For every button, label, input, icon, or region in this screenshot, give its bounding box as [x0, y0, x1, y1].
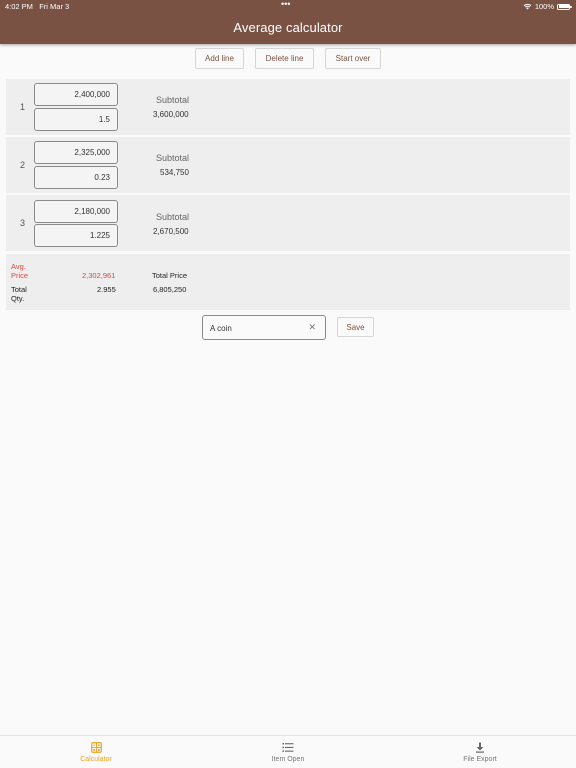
line-row-3: 3 2,180,000 1.225 Subtotal 2,670,500 — [6, 195, 570, 251]
delete-line-button[interactable]: Delete line — [255, 48, 314, 69]
line-number: 3 — [20, 218, 26, 228]
avg-price-value: 2,302,961 — [82, 271, 116, 280]
total-price-label: Total Price — [152, 271, 188, 280]
total-price-value: 6,805,250 — [153, 285, 187, 294]
battery-icon — [557, 3, 572, 10]
summary-panel: Avg. Price 2,302,961 Total Qty. 2.955 To… — [6, 254, 570, 310]
wifi-icon — [523, 3, 532, 10]
toolbar: Add line Delete line Start over — [0, 48, 576, 70]
price-input[interactable]: 2,400,000 — [34, 83, 118, 106]
status-right: 100% — [523, 2, 572, 11]
quantity-input[interactable]: 1.5 — [34, 108, 118, 131]
price-input[interactable]: 2,325,000 — [34, 141, 118, 164]
subtotal-label: Subtotal — [156, 212, 190, 222]
nav-label: Calculator — [80, 756, 112, 763]
add-line-button[interactable]: Add line — [195, 48, 244, 69]
item-name-value: A coin — [210, 324, 232, 333]
app-bar: 4:02 PM Fri Mar 3 ••• 100% Average calcu… — [0, 0, 576, 44]
quantity-input[interactable]: 1.225 — [34, 224, 118, 247]
subtotal-label: Subtotal — [156, 153, 190, 163]
subtotal-label: Subtotal — [156, 95, 190, 105]
clear-icon[interactable]: ✕ — [308, 322, 316, 333]
download-icon — [476, 742, 484, 753]
nav-label: Item Open — [271, 756, 305, 763]
line-number: 1 — [20, 102, 26, 112]
page-title: Average calculator — [233, 20, 343, 35]
total-qty-label: Total Qty. — [11, 285, 27, 303]
line-row-2: 2 2,325,000 0.23 Subtotal 534,750 — [6, 137, 570, 193]
quantity-input[interactable]: 0.23 — [34, 166, 118, 189]
calculator-icon — [90, 741, 102, 753]
line-number: 2 — [20, 160, 26, 170]
save-button[interactable]: Save — [337, 317, 374, 337]
avg-price-label: Avg. Price — [11, 262, 29, 280]
status-time: 4:02 PM Fri Mar 3 — [5, 2, 70, 11]
multitasking-dots-icon[interactable]: ••• — [281, 0, 290, 9]
start-over-button[interactable]: Start over — [325, 48, 381, 69]
subtotal-value: 3,600,000 — [153, 110, 189, 119]
nav-label: File Export — [463, 756, 497, 763]
item-name-input[interactable]: A coin ✕ — [202, 315, 326, 340]
status-bar: 4:02 PM Fri Mar 3 ••• 100% — [0, 0, 576, 12]
nav-calculator[interactable]: Calculator — [46, 740, 146, 763]
list-icon — [282, 742, 294, 752]
bottom-nav: Calculator Item Open File Export — [0, 735, 576, 768]
subtotal-value: 534,750 — [160, 168, 189, 177]
nav-item-open[interactable]: Item Open — [238, 740, 338, 763]
total-qty-value: 2.955 — [97, 285, 116, 294]
battery-percent: 100% — [534, 2, 554, 11]
price-input[interactable]: 2,180,000 — [34, 200, 118, 223]
nav-file-export[interactable]: File Export — [430, 740, 530, 763]
subtotal-value: 2,670,500 — [153, 227, 189, 236]
line-row-1: 1 2,400,000 1.5 Subtotal 3,600,000 — [6, 79, 570, 135]
